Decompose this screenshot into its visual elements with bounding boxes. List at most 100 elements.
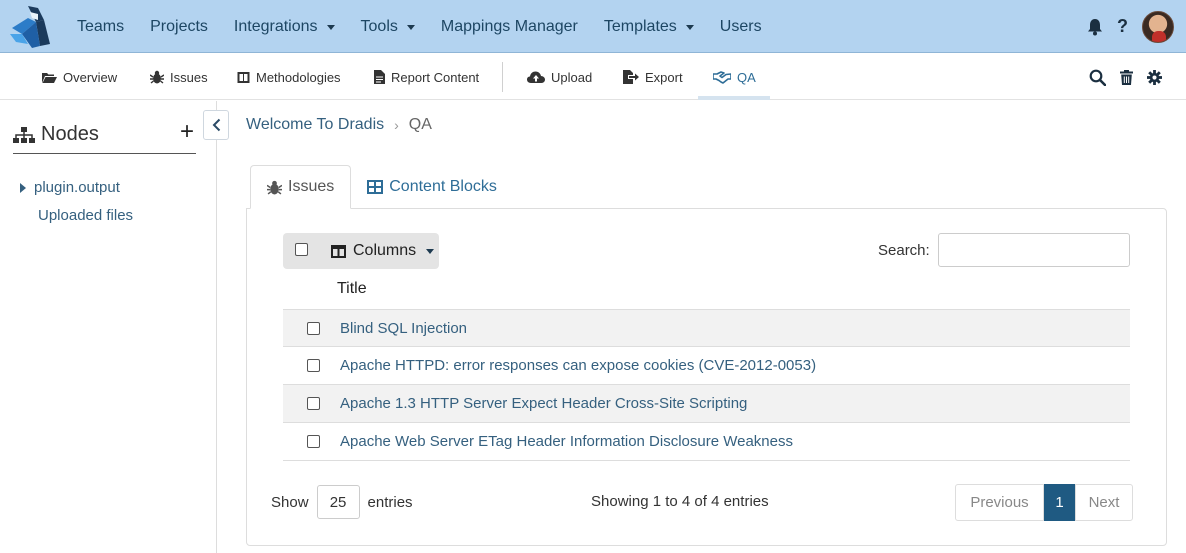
tree-node-uploaded-files[interactable]: Uploaded files bbox=[38, 207, 133, 224]
subnav-report-content[interactable]: Report Content bbox=[374, 54, 479, 100]
menu-label: Users bbox=[719, 17, 762, 35]
breadcrumb-current: QA bbox=[408, 116, 432, 133]
user-avatar[interactable] bbox=[1142, 10, 1174, 43]
add-node-button[interactable]: + bbox=[180, 119, 194, 145]
subnav-export[interactable]: Export bbox=[623, 54, 683, 100]
menu-label: Mappings Manager bbox=[440, 17, 578, 35]
project-subnav: Overview Issues Methodologies Report Con… bbox=[0, 54, 1186, 100]
cloud-upload-icon bbox=[527, 71, 545, 83]
page-1-button[interactable]: 1 bbox=[1044, 484, 1075, 521]
table-info: Showing 1 to 4 of 4 entries bbox=[591, 493, 769, 510]
top-navbar: Teams Projects Integrations Tools Mappin… bbox=[0, 0, 1186, 53]
help-icon[interactable]: ? bbox=[1117, 16, 1128, 37]
tree-node-plugin-output[interactable]: plugin.output bbox=[20, 179, 120, 196]
subnav-label: Upload bbox=[551, 69, 593, 85]
subnav-label: Export bbox=[645, 69, 683, 85]
row-checkbox[interactable] bbox=[307, 397, 320, 410]
tab-issues[interactable]: Issues bbox=[250, 165, 352, 209]
tree-node-label: Uploaded files bbox=[38, 207, 134, 224]
topnav-right: ? bbox=[1087, 0, 1174, 53]
menu-teams[interactable]: Teams bbox=[64, 18, 137, 36]
handshake-icon bbox=[713, 70, 731, 84]
menu-integrations[interactable]: Integrations bbox=[221, 18, 348, 36]
export-icon bbox=[623, 70, 639, 84]
qa-tabs: Issues Content Blocks bbox=[250, 165, 513, 209]
bug-icon bbox=[267, 180, 282, 195]
trash-icon[interactable] bbox=[1120, 69, 1133, 85]
subnav-label: QA bbox=[737, 69, 756, 85]
tab-label: Issues bbox=[288, 178, 335, 195]
caret-down-icon bbox=[406, 24, 415, 30]
row-checkbox[interactable] bbox=[307, 435, 320, 448]
subnav-issues[interactable]: Issues bbox=[150, 54, 208, 100]
menu-label: Tools bbox=[360, 17, 398, 35]
chevron-left-icon bbox=[212, 118, 220, 132]
issues-table: Blind SQL Injection Apache HTTPD: error … bbox=[283, 309, 1130, 461]
dradis-logo[interactable] bbox=[8, 4, 52, 50]
menu-label: Integrations bbox=[233, 17, 318, 35]
book-icon bbox=[237, 71, 250, 83]
next-page-button[interactable]: Next bbox=[1075, 484, 1133, 521]
tree-node-label: plugin.output bbox=[34, 179, 120, 196]
column-header-title[interactable]: Title bbox=[337, 280, 367, 298]
page-size-control: Show 25 entries bbox=[271, 485, 413, 519]
bell-icon[interactable] bbox=[1087, 18, 1103, 36]
pagination: Previous 1 Next bbox=[955, 484, 1133, 521]
gear-icon[interactable] bbox=[1147, 69, 1162, 85]
subnav-label: Issues bbox=[170, 69, 208, 85]
active-tab-indicator bbox=[698, 96, 770, 100]
table-search: Search: bbox=[878, 233, 1130, 267]
previous-page-button[interactable]: Previous bbox=[955, 484, 1044, 521]
caret-down-icon bbox=[426, 249, 435, 254]
entries-label: entries bbox=[367, 493, 413, 511]
sitemap-icon bbox=[13, 126, 35, 143]
menu-mappings-manager[interactable]: Mappings Manager bbox=[428, 18, 591, 36]
issue-link[interactable]: Apache Web Server ETag Header Informatio… bbox=[340, 433, 793, 450]
menu-tools[interactable]: Tools bbox=[348, 18, 428, 36]
menu-label: Teams bbox=[77, 17, 125, 35]
columns-dropdown-button[interactable]: Columns bbox=[331, 233, 435, 269]
subnav-upload[interactable]: Upload bbox=[527, 54, 592, 100]
subnav-tools bbox=[1089, 54, 1162, 100]
collapse-sidebar-button[interactable] bbox=[203, 110, 229, 140]
row-checkbox[interactable] bbox=[307, 321, 320, 335]
row-checkbox[interactable] bbox=[307, 359, 320, 372]
menu-projects[interactable]: Projects bbox=[137, 18, 221, 36]
subnav-label: Report Content bbox=[391, 69, 480, 85]
breadcrumb-project-link[interactable]: Welcome To Dradis bbox=[246, 116, 384, 134]
folder-open-icon bbox=[42, 72, 57, 83]
table-row: Apache 1.3 HTTP Server Expect Header Cro… bbox=[283, 385, 1130, 423]
menu-label: Projects bbox=[150, 17, 208, 35]
issue-link[interactable]: Blind SQL Injection bbox=[340, 320, 467, 337]
caret-right-icon[interactable] bbox=[20, 182, 26, 193]
subnav-overview[interactable]: Overview bbox=[41, 54, 117, 100]
sidebar-header: Nodes + bbox=[13, 116, 196, 154]
subnav-qa[interactable]: QA bbox=[713, 54, 756, 100]
bug-icon bbox=[150, 70, 164, 84]
select-all-checkbox[interactable] bbox=[295, 243, 308, 256]
table-toolbar: Columns bbox=[283, 233, 439, 269]
table-row: Apache Web Server ETag Header Informatio… bbox=[283, 423, 1130, 461]
subnav-methodologies[interactable]: Methodologies bbox=[237, 54, 341, 100]
show-label: Show bbox=[271, 493, 309, 511]
breadcrumb: Welcome To Dradis › QA bbox=[246, 116, 432, 134]
issue-link[interactable]: Apache HTTPD: error responses can expose… bbox=[340, 357, 816, 374]
search-icon[interactable] bbox=[1089, 69, 1106, 86]
caret-down-icon bbox=[685, 24, 694, 30]
subnav-label: Overview bbox=[63, 69, 118, 85]
file-icon bbox=[374, 70, 385, 84]
table-row: Apache HTTPD: error responses can expose… bbox=[283, 347, 1130, 385]
columns-label: Columns bbox=[353, 242, 417, 259]
sidebar-title: Nodes bbox=[41, 123, 99, 145]
tab-content-blocks[interactable]: Content Blocks bbox=[351, 165, 513, 209]
search-input[interactable] bbox=[937, 233, 1130, 267]
menu-users[interactable]: Users bbox=[707, 18, 775, 36]
page-size-select[interactable]: 25 bbox=[316, 485, 360, 519]
nodes-sidebar: Nodes + plugin.output Uploaded files bbox=[0, 101, 217, 553]
chevron-right-icon: › bbox=[394, 117, 399, 133]
caret-down-icon bbox=[326, 24, 335, 30]
table-icon bbox=[367, 180, 384, 194]
menu-templates[interactable]: Templates bbox=[591, 18, 707, 36]
subnav-label: Methodologies bbox=[256, 69, 341, 85]
issue-link[interactable]: Apache 1.3 HTTP Server Expect Header Cro… bbox=[340, 395, 747, 412]
